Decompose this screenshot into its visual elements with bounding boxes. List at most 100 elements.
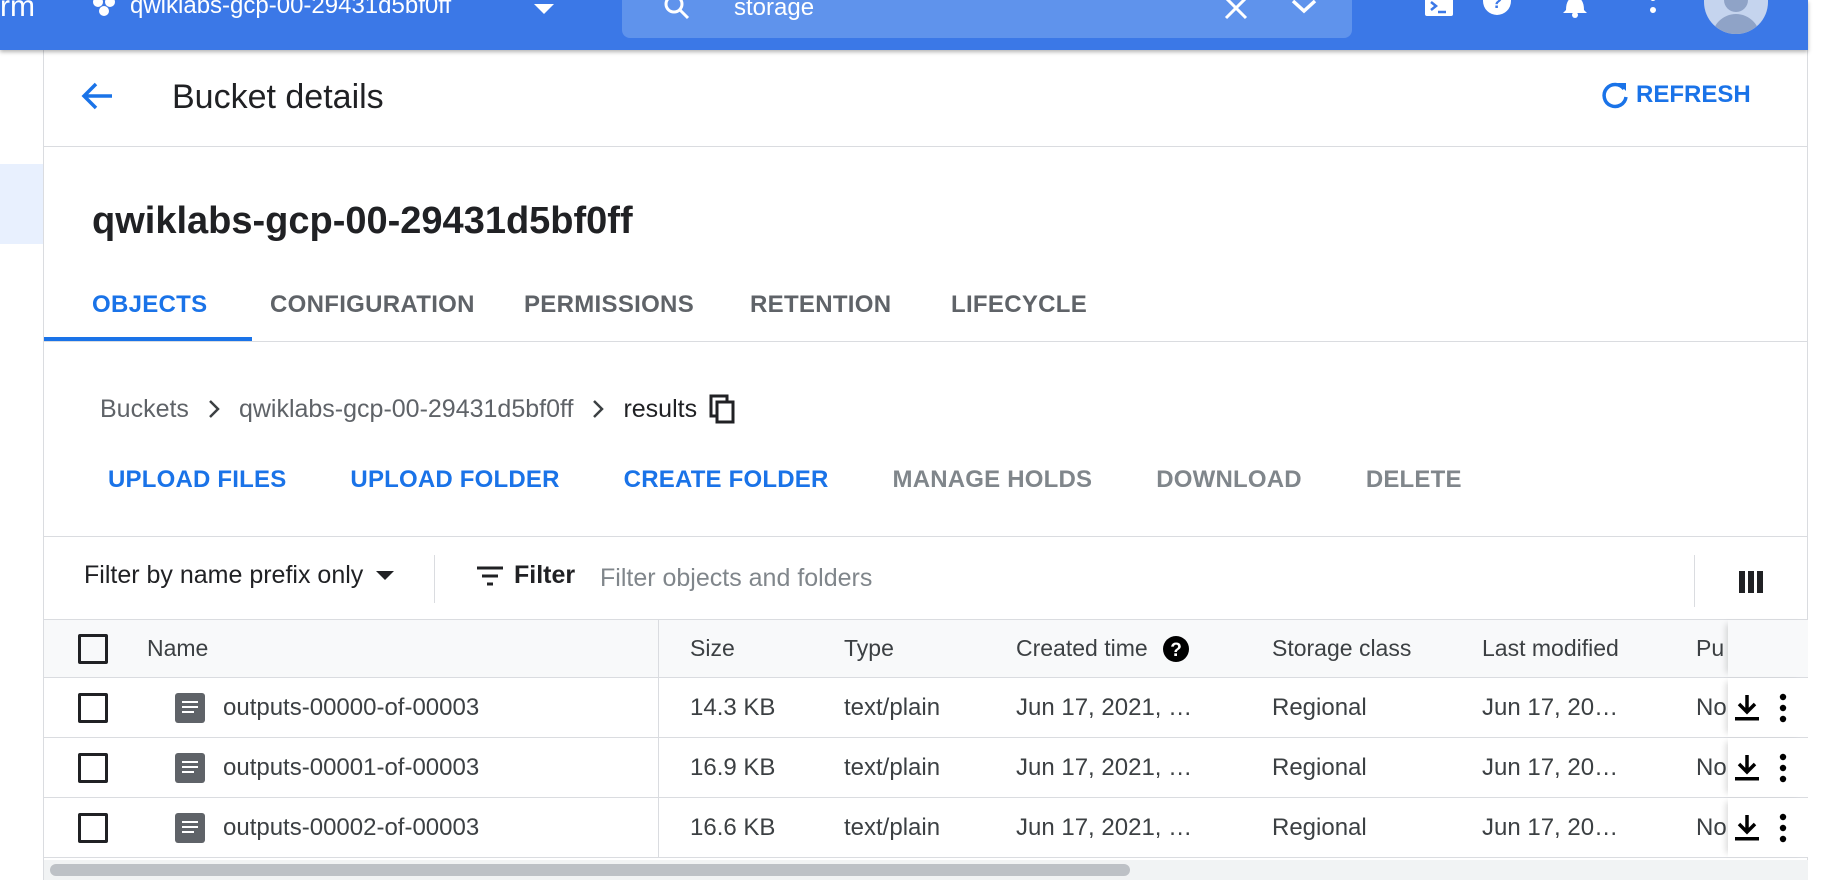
object-name-cell[interactable]: outputs-00001-of-00003 xyxy=(175,738,479,797)
object-type: text/plain xyxy=(844,693,941,721)
column-header-size[interactable]: Size xyxy=(690,620,735,677)
object-size: 14.3 KB xyxy=(690,693,776,721)
download-icon[interactable] xyxy=(1734,678,1760,737)
object-last-modified: Jun 17, 20… xyxy=(1482,813,1619,841)
object-actions-toolbar: UPLOAD FILES UPLOAD FOLDER CREATE FOLDER… xyxy=(108,466,1526,494)
bucket-name: qwiklabs-gcp-00-29431d5bf0ff xyxy=(92,200,633,242)
more-vert-icon[interactable] xyxy=(1778,678,1788,737)
row-checkbox[interactable] xyxy=(78,812,108,843)
column-divider xyxy=(658,798,659,857)
manage-holds-button[interactable]: MANAGE HOLDS xyxy=(893,466,1093,494)
project-hexagon-icon[interactable] xyxy=(90,0,118,16)
object-last-modified: Jun 17, 20… xyxy=(1482,693,1619,721)
row-actions xyxy=(1728,738,1808,797)
table-row[interactable]: outputs-00000-of-00003 14.3 KB text/plai… xyxy=(44,678,1808,738)
chevron-down-icon[interactable] xyxy=(532,2,556,16)
tab-permissions[interactable]: PERMISSIONS xyxy=(524,288,694,342)
account-avatar-icon[interactable] xyxy=(1704,0,1768,34)
more-vert-icon[interactable] xyxy=(1646,0,1660,18)
table-row[interactable]: outputs-00001-of-00003 16.9 KB text/plai… xyxy=(44,738,1808,798)
column-header-last-modified[interactable]: Last modified xyxy=(1482,620,1619,677)
divider xyxy=(434,555,435,603)
page-header: Bucket details REFRESH xyxy=(44,50,1808,147)
main-content: Bucket details REFRESH qwiklabs-gcp-00-2… xyxy=(44,50,1808,880)
table-row[interactable]: outputs-00002-of-00003 16.6 KB text/plai… xyxy=(44,798,1808,858)
help-icon[interactable]: ? xyxy=(1162,635,1190,663)
row-checkbox[interactable] xyxy=(78,752,108,783)
download-icon[interactable] xyxy=(1734,738,1760,797)
object-storage-class: Regional xyxy=(1272,693,1367,721)
create-folder-button[interactable]: CREATE FOLDER xyxy=(624,466,829,494)
notifications-icon[interactable] xyxy=(1562,0,1588,18)
object-name-cell[interactable]: outputs-00002-of-00003 xyxy=(175,798,479,857)
filter-text: Filter xyxy=(514,561,576,589)
chevron-down-icon[interactable] xyxy=(1290,0,1318,18)
column-header-storage-class[interactable]: Storage class xyxy=(1272,620,1411,677)
object-public: No xyxy=(1696,813,1727,841)
filter-input[interactable] xyxy=(600,555,1700,601)
tab-configuration[interactable]: CONFIGURATION xyxy=(270,288,475,342)
object-size: 16.6 KB xyxy=(690,813,776,841)
search-box[interactable]: storage xyxy=(622,0,1352,38)
column-header-type[interactable]: Type xyxy=(844,620,894,677)
breadcrumb-current: results xyxy=(623,394,698,423)
text-file-icon xyxy=(175,692,205,723)
download-icon[interactable] xyxy=(1734,798,1760,857)
refresh-button[interactable]: REFRESH xyxy=(1600,80,1751,110)
active-tab-indicator xyxy=(44,337,252,341)
tab-lifecycle[interactable]: LIFECYCLE xyxy=(951,288,1087,342)
close-icon[interactable] xyxy=(1222,0,1250,24)
delete-button[interactable]: DELETE xyxy=(1366,466,1462,494)
object-name[interactable]: outputs-00002-of-00003 xyxy=(223,814,479,842)
column-header-public[interactable]: Pu xyxy=(1696,620,1730,677)
row-checkbox[interactable] xyxy=(78,692,108,723)
object-name-cell[interactable]: outputs-00000-of-00003 xyxy=(175,678,479,737)
column-header-name[interactable]: Name xyxy=(147,620,208,677)
dropdown-arrow-icon xyxy=(376,570,395,580)
breadcrumb-bucket[interactable]: qwiklabs-gcp-00-29431d5bf0ff xyxy=(239,395,574,424)
object-created: Jun 17, 2021, … xyxy=(1016,813,1193,841)
chevron-right-icon xyxy=(207,398,221,420)
breadcrumb: Buckets qwiklabs-gcp-00-29431d5bf0ff res… xyxy=(100,394,735,424)
filter-mode-label: Filter by name prefix only xyxy=(84,561,364,589)
text-file-icon xyxy=(175,752,205,783)
object-created: Jun 17, 2021, … xyxy=(1016,753,1193,781)
select-all-checkbox[interactable] xyxy=(78,633,108,664)
svg-text:?: ? xyxy=(1170,640,1182,661)
scrollbar-thumb[interactable] xyxy=(50,864,1130,876)
filter-mode-select[interactable]: Filter by name prefix only xyxy=(84,561,395,590)
upload-files-button[interactable]: UPLOAD FILES xyxy=(108,466,286,494)
row-actions xyxy=(1728,678,1808,737)
column-display-icon[interactable] xyxy=(1738,569,1764,595)
breadcrumb-buckets[interactable]: Buckets xyxy=(100,395,189,424)
chevron-right-icon xyxy=(591,398,605,420)
object-public: No xyxy=(1696,753,1727,781)
column-header-created-label: Created time xyxy=(1016,635,1148,661)
more-vert-icon[interactable] xyxy=(1778,738,1788,797)
tab-retention[interactable]: RETENTION xyxy=(750,288,891,342)
more-vert-icon[interactable] xyxy=(1778,798,1788,857)
object-name[interactable]: outputs-00000-of-00003 xyxy=(223,694,479,722)
object-last-modified: Jun 17, 20… xyxy=(1482,753,1619,781)
help-icon[interactable]: ? xyxy=(1482,0,1512,16)
table-header-row: Name Size Type Created time ? Storage cl… xyxy=(44,620,1808,678)
object-type: text/plain xyxy=(844,813,941,841)
back-arrow-icon[interactable] xyxy=(80,78,116,114)
project-selector[interactable]: qwiklabs-gcp-00-29431d5bf0ff xyxy=(130,0,451,20)
nav-item-selected[interactable] xyxy=(0,164,43,244)
search-icon xyxy=(664,0,690,20)
cloud-shell-icon[interactable] xyxy=(1424,0,1454,18)
object-size: 16.9 KB xyxy=(690,753,776,781)
row-actions xyxy=(1728,798,1808,857)
text-file-icon xyxy=(175,812,205,843)
object-name[interactable]: outputs-00001-of-00003 xyxy=(223,754,479,782)
download-button[interactable]: DOWNLOAD xyxy=(1156,466,1302,494)
column-divider xyxy=(658,738,659,797)
column-header-created[interactable]: Created time ? xyxy=(1016,620,1190,677)
filter-list-icon xyxy=(477,566,503,585)
search-input[interactable]: storage xyxy=(734,0,814,22)
upload-folder-button[interactable]: UPLOAD FOLDER xyxy=(350,466,559,494)
horizontal-scrollbar[interactable] xyxy=(44,860,1808,880)
copy-path-icon[interactable] xyxy=(709,394,735,424)
tab-objects[interactable]: OBJECTS xyxy=(92,288,207,342)
